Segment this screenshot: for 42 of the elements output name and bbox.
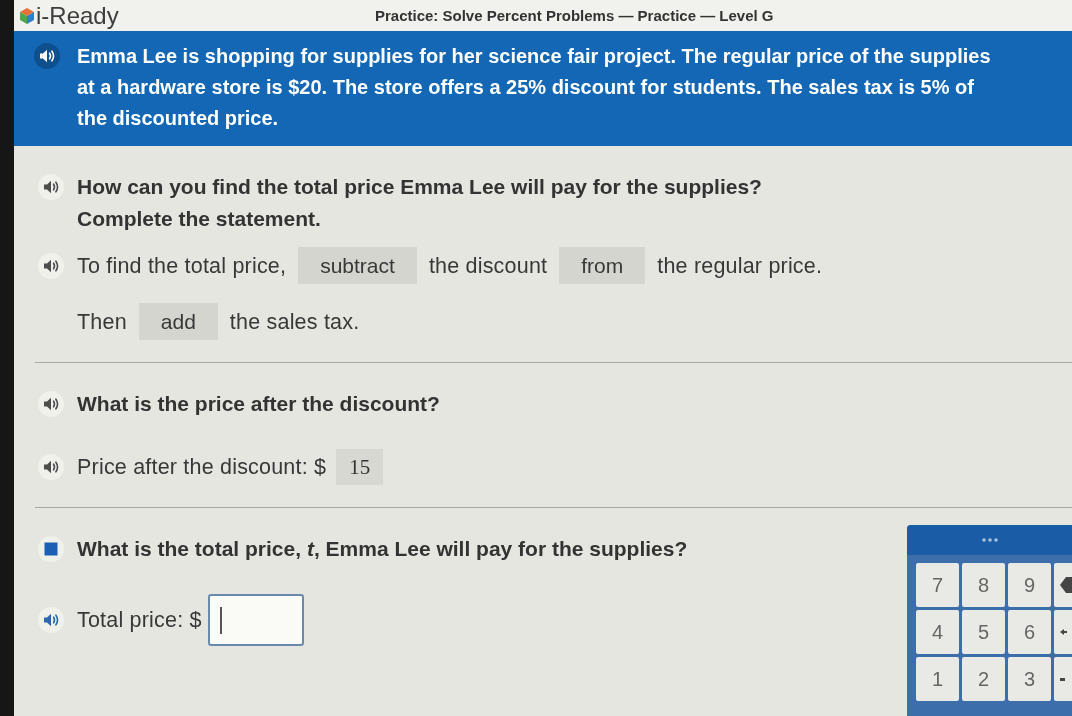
question-text: How can you find the total price Emma Lee will pay for the supplies?: [77, 174, 762, 200]
keypad-key[interactable]: [1054, 563, 1072, 607]
question-text: What is the price after the discount?: [77, 391, 440, 417]
statement-text: Price after the discount: $: [77, 454, 327, 480]
speaker-icon[interactable]: [38, 174, 64, 200]
stop-icon[interactable]: [38, 536, 64, 562]
statement-text: Then: [77, 308, 127, 335]
keypad-key[interactable]: 8: [962, 563, 1005, 607]
instruction-text: Complete the statement.: [77, 206, 321, 232]
drag-handle-icon[interactable]: [981, 538, 998, 542]
lesson-title: Practice: Solve Percent Problems — Practice — Level G: [375, 7, 775, 24]
backspace-icon: [1060, 577, 1072, 593]
keypad-key[interactable]: 2: [962, 657, 1005, 701]
answer-box[interactable]: 15: [336, 449, 384, 485]
logo-text: i-Ready: [36, 3, 119, 28]
speaker-icon[interactable]: [38, 454, 64, 480]
arrow-icon: [1060, 629, 1067, 635]
speaker-icon[interactable]: [38, 607, 64, 633]
answer-box[interactable]: subtract: [298, 247, 417, 284]
keypad-key[interactable]: 3: [1008, 657, 1051, 701]
keypad-key[interactable]: 4: [916, 610, 959, 654]
answer-field[interactable]: [207, 594, 304, 646]
statement-text: the discount: [428, 252, 548, 279]
problem-text: Emma Lee is shopping for supplies for her science fair project. The regular price of the supplies at a hardware store is $20. The store offers a 25% discount for students. The sales tax is 5% of the discounted price.: [77, 44, 992, 131]
keypad-key[interactable]: 7: [916, 563, 959, 607]
statement-text: the sales tax.: [229, 308, 360, 335]
speaker-icon[interactable]: [38, 252, 64, 279]
keypad-key[interactable]: 5: [962, 610, 1005, 654]
speaker-icon[interactable]: [34, 43, 60, 69]
answer-box[interactable]: add: [138, 303, 218, 340]
cube-icon: [20, 7, 34, 24]
keypad-key[interactable]: [1054, 610, 1072, 654]
keypad-key[interactable]: 6: [1008, 610, 1051, 654]
keypad-key[interactable]: 1: [916, 657, 959, 701]
keypad-key[interactable]: 9: [1008, 563, 1051, 607]
statement-text: To find the total price,: [77, 252, 287, 279]
question-text: What is the total price, t, Emma Lee will pay for the supplies?: [77, 536, 688, 562]
statement-text: the regular price.: [657, 252, 823, 279]
minus-icon: [1060, 677, 1065, 681]
answer-box[interactable]: from: [559, 247, 646, 284]
speaker-icon[interactable]: [38, 391, 64, 417]
statement-text: Total price: $: [77, 607, 202, 633]
